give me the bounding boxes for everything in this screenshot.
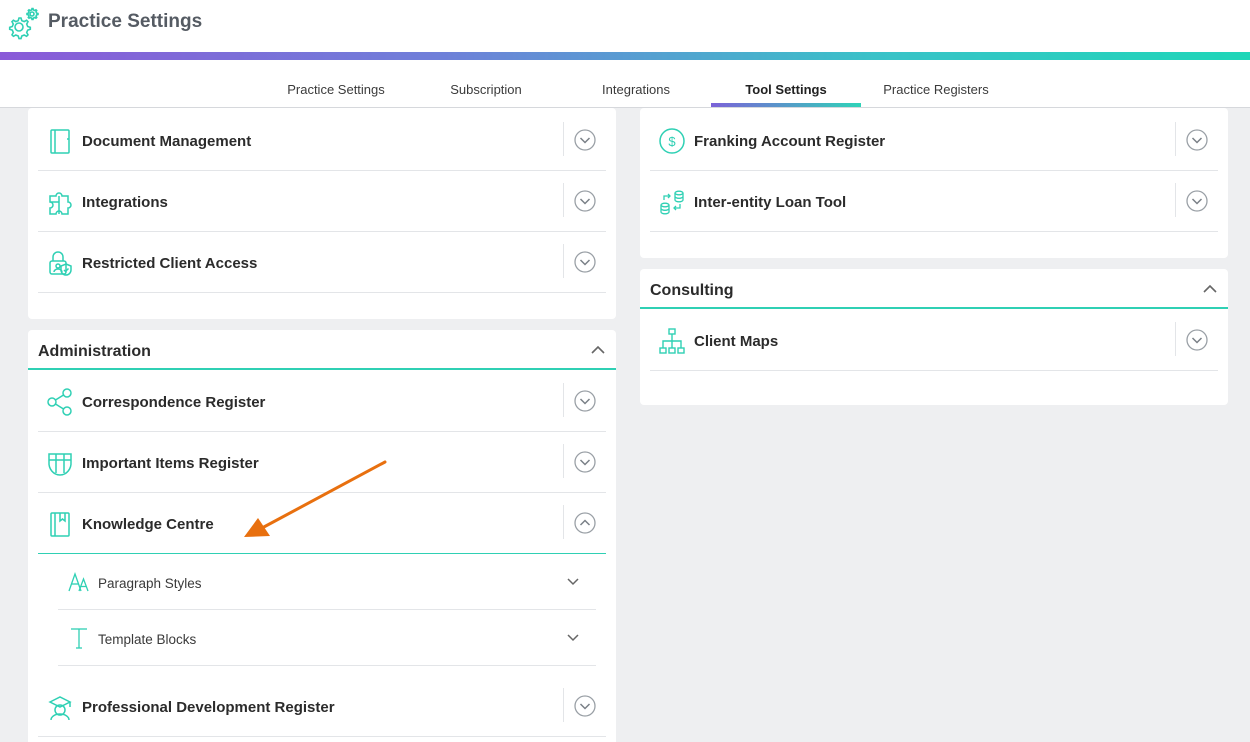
chevron-down-icon[interactable] — [566, 632, 580, 644]
section-title: Administration — [38, 343, 151, 360]
subitem-paragraph-styles[interactable]: Paragraph Styles — [58, 554, 596, 610]
chevron-down-icon[interactable] — [566, 576, 580, 588]
chevron-down-icon[interactable] — [1186, 129, 1208, 151]
tab-practice-settings[interactable]: Practice Settings — [261, 82, 411, 108]
list-item-franking-account-register[interactable]: $ Franking Account Register — [650, 110, 1218, 171]
chevron-down-icon[interactable] — [574, 695, 596, 717]
list-item-label: Restricted Client Access — [82, 255, 258, 272]
administration-header[interactable]: Administration — [28, 330, 616, 370]
tab-integrations[interactable]: Integrations — [561, 82, 711, 108]
divider — [563, 244, 564, 278]
list-item-integrations[interactable]: Integrations — [38, 171, 606, 232]
svg-text:$: $ — [668, 134, 676, 149]
list-item-label: Important Items Register — [82, 455, 259, 472]
administration-card: Administration Correspondence Register I… — [28, 330, 616, 742]
list-item-label: Integrations — [82, 194, 168, 211]
list-item-knowledge-centre[interactable]: Knowledge Centre — [38, 493, 606, 554]
document-tools-card: Document Management Integrations Restric… — [28, 108, 616, 319]
financial-tools-card: $ Franking Account Register Inter-entity… — [640, 108, 1228, 258]
header-gradient-bar — [0, 52, 1250, 60]
book-icon — [46, 127, 74, 155]
divider — [563, 183, 564, 217]
user-lock-icon — [46, 249, 74, 277]
bookmark-book-icon — [46, 510, 74, 538]
share-icon — [46, 388, 74, 416]
list-item-document-management[interactable]: Document Management — [38, 110, 606, 171]
tab-practice-registers[interactable]: Practice Registers — [861, 82, 1011, 108]
divider — [563, 688, 564, 722]
list-item-important-items-register[interactable]: Important Items Register — [38, 432, 606, 493]
graduate-icon — [46, 693, 74, 721]
settings-gear-icon — [8, 6, 40, 40]
subitem-template-blocks[interactable]: Template Blocks — [58, 610, 596, 666]
chevron-down-icon[interactable] — [574, 251, 596, 273]
divider — [1175, 122, 1176, 156]
text-t-icon — [68, 626, 90, 650]
consulting-header[interactable]: Consulting — [640, 269, 1228, 309]
chevron-down-icon[interactable] — [1186, 329, 1208, 351]
list-item-label: Client Maps — [694, 333, 779, 350]
top-bar: Practice Settings — [0, 0, 1250, 52]
list-item-label: Correspondence Register — [82, 394, 266, 411]
chevron-down-icon[interactable] — [574, 129, 596, 151]
subitem-label: Template Blocks — [98, 632, 197, 647]
list-item-professional-development-register[interactable]: Professional Development Register — [38, 676, 606, 737]
tab-bar: Practice Settings Subscription Integrati… — [0, 60, 1250, 108]
chevron-up-icon[interactable] — [574, 512, 596, 534]
list-item-label: Inter-entity Loan Tool — [694, 194, 847, 211]
list-item-correspondence-register[interactable]: Correspondence Register — [38, 371, 606, 432]
dollar-circle-icon: $ — [658, 127, 686, 155]
divider — [563, 505, 564, 539]
list-item-label: Knowledge Centre — [82, 516, 214, 533]
chevron-up-icon[interactable] — [590, 343, 606, 357]
page-title: Practice Settings — [48, 11, 203, 32]
shield-icon — [46, 449, 74, 477]
consulting-card: Consulting Client Maps — [640, 269, 1228, 405]
tab-subscription[interactable]: Subscription — [411, 82, 561, 108]
section-title: Consulting — [650, 282, 734, 299]
list-item-restricted-client-access[interactable]: Restricted Client Access — [38, 232, 606, 293]
divider — [1175, 183, 1176, 217]
list-item-inter-entity-loan-tool[interactable]: Inter-entity Loan Tool — [650, 171, 1218, 232]
list-item-label: Professional Development Register — [82, 699, 335, 716]
chevron-up-icon[interactable] — [1202, 282, 1218, 296]
database-transfer-icon — [658, 188, 686, 216]
chevron-down-icon[interactable] — [574, 190, 596, 212]
org-chart-icon — [658, 327, 686, 355]
divider — [563, 122, 564, 156]
divider — [1175, 322, 1176, 356]
divider — [563, 444, 564, 478]
list-item-label: Document Management — [82, 133, 252, 150]
list-item-label: Franking Account Register — [694, 133, 886, 150]
subitem-label: Paragraph Styles — [98, 576, 202, 591]
divider — [563, 383, 564, 417]
list-item-client-maps[interactable]: Client Maps — [650, 310, 1218, 371]
puzzle-icon — [46, 188, 74, 216]
chevron-down-icon[interactable] — [574, 390, 596, 412]
chevron-down-icon[interactable] — [1186, 190, 1208, 212]
font-icon — [68, 570, 90, 594]
chevron-down-icon[interactable] — [574, 451, 596, 473]
